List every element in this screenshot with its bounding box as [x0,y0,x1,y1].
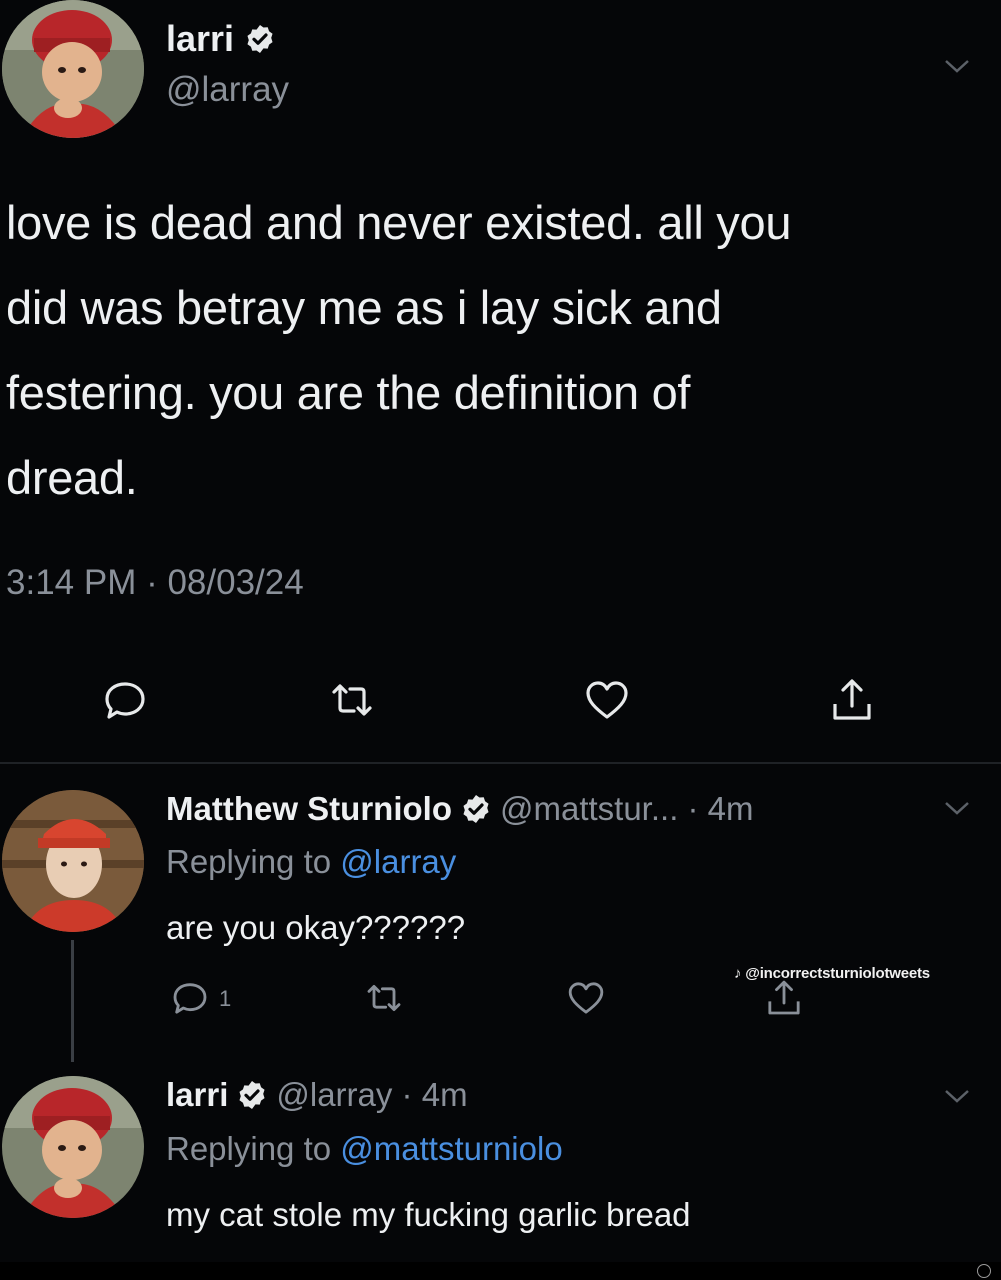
chevron-down-icon[interactable] [944,58,970,74]
tweet-thread-page: larri @larray love is dead and never exi… [0,0,1001,1280]
tweet-text-line: did was betray me as i lay sick and [6,281,722,334]
bottom-bar [0,1262,1001,1280]
avatar-image [2,790,144,932]
main-author-name[interactable]: larri [166,18,276,60]
reply-icon[interactable] [101,676,149,724]
verified-badge-icon [247,25,273,53]
tweet-text-line: love is dead and never existed. all you [6,196,792,249]
retweet-icon[interactable] [328,676,376,724]
thread-connector [71,940,74,1062]
mention-link[interactable]: @mattsturniolo [340,1130,562,1167]
matthew-avatar[interactable] [2,790,144,932]
reply-author-name[interactable]: Matthew Sturniolo [166,790,452,828]
reply-header: Matthew Sturniolo @mattstur... · 4m [166,790,754,828]
like-icon[interactable] [566,978,606,1018]
reply-handle-time[interactable]: @larray · 4m [276,1076,467,1114]
reply-text: my cat stole my fucking garlic bread [166,1196,691,1233]
like-icon[interactable] [583,676,631,724]
chevron-down-icon[interactable] [944,800,970,816]
avatar-image [2,1076,144,1218]
reply-author-name[interactable]: larri [166,1076,228,1114]
avatar-image [2,0,144,138]
share-icon[interactable] [764,978,804,1018]
mention-link[interactable]: @larray [340,843,456,880]
face-icon [977,1264,991,1278]
main-author-handle[interactable]: @larray [166,70,289,110]
reply-handle-time[interactable]: @mattstur... · 4m [500,790,754,828]
tweet-text-line: festering. you are the definition of [6,366,691,419]
tiktok-watermark: ♪ @incorrectsturniolotweets [734,965,930,982]
verified-badge-icon [239,1081,265,1109]
tweet-timestamp[interactable]: 3:14 PM · 08/03/24 [6,563,304,603]
tweet-divider [0,762,1001,764]
chevron-down-icon[interactable] [944,1088,970,1104]
main-tweet-text: love is dead and never existed. all you … [6,180,986,520]
replying-prefix: Replying to [166,843,341,880]
larri-avatar[interactable] [2,0,144,138]
reply-count: 1 [219,986,232,1011]
share-icon[interactable] [828,676,876,724]
reply-text: are you okay?????? [166,909,466,946]
replying-to: Replying to @larray [166,843,456,881]
replying-to: Replying to @mattsturniolo [166,1130,563,1168]
verified-badge-icon [463,795,489,823]
author-name-text: larri [166,18,235,59]
reply-header: larri @larray · 4m [166,1076,468,1114]
replying-prefix: Replying to [166,1130,341,1167]
retweet-icon[interactable] [364,978,404,1018]
reply-icon[interactable] [170,978,210,1018]
tweet-text-line: dread. [6,451,138,504]
larri-avatar[interactable] [2,1076,144,1218]
